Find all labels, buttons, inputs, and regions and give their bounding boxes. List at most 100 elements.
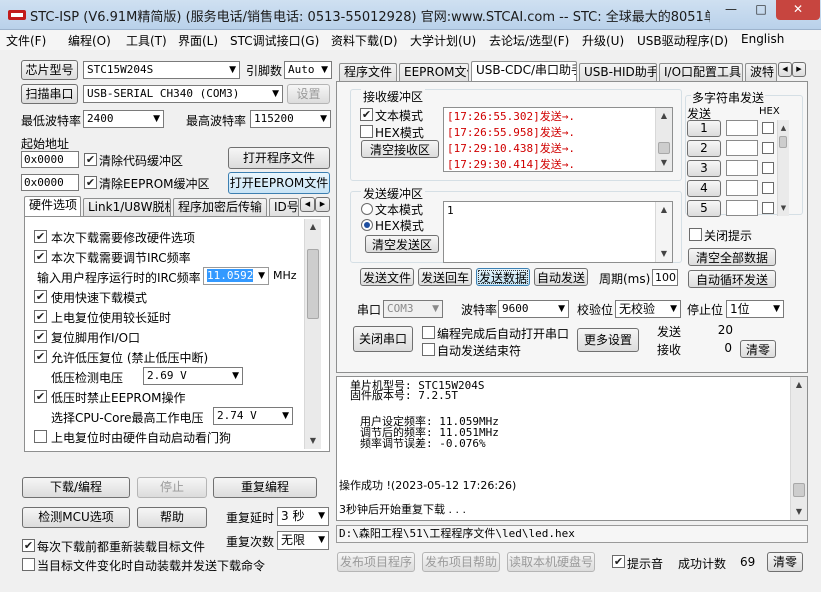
option-checkbox[interactable]: ✔: [34, 290, 47, 303]
menu-english[interactable]: English: [741, 32, 784, 46]
menu-upgrade[interactable]: 升级(U): [582, 32, 624, 49]
chip-model-button[interactable]: 芯片型号: [21, 60, 78, 80]
menu-university[interactable]: 大学计划(U): [410, 32, 476, 49]
multi-send-button[interactable]: 4: [687, 180, 721, 197]
multi-hex-checkbox[interactable]: [762, 122, 774, 134]
serial-port-select[interactable]: COM3 ▼: [383, 300, 443, 318]
send-text-mode-radio[interactable]: [361, 203, 373, 215]
scroll-up-icon[interactable]: ▲: [656, 202, 672, 218]
publish-help-button[interactable]: 发布项目帮助: [422, 552, 500, 572]
read-disk-id-button[interactable]: 读取本机硬盘号: [507, 552, 595, 572]
scroll-thumb[interactable]: [793, 483, 805, 497]
auto-send-button[interactable]: 自动发送: [534, 268, 588, 286]
menu-debug[interactable]: STC调试接口(G): [230, 32, 319, 49]
menu-program[interactable]: 编程(O): [68, 32, 111, 49]
open-eeprom-button[interactable]: 打开EEPROM文件: [228, 172, 330, 194]
eeprom-address-input[interactable]: 0x0000: [21, 174, 79, 191]
clear-code-checkbox[interactable]: ✔: [84, 153, 97, 166]
tab-io-config[interactable]: I/O口配置工具: [659, 63, 743, 82]
multi-hex-checkbox[interactable]: [762, 142, 774, 154]
scroll-down-icon[interactable]: ▼: [791, 504, 807, 520]
clear-all-data-button[interactable]: 清空全部数据: [688, 248, 776, 266]
send-file-button[interactable]: 发送文件: [360, 268, 414, 286]
scroll-thumb[interactable]: [779, 136, 787, 148]
detect-mcu-button[interactable]: 检测MCU选项: [22, 507, 130, 528]
more-settings-button[interactable]: 更多设置: [577, 328, 639, 352]
open-program-button[interactable]: 打开程序文件: [228, 147, 330, 169]
scan-port-button[interactable]: 扫描串口: [21, 84, 78, 104]
option-checkbox[interactable]: ✔: [34, 390, 47, 403]
repeat-program-button[interactable]: 重复编程: [213, 477, 317, 498]
tab-program-file[interactable]: 程序文件: [339, 63, 397, 82]
menu-usb-driver[interactable]: USB驱动程序(D): [637, 32, 728, 49]
stop-button[interactable]: 停止: [137, 477, 207, 498]
scroll-up-icon[interactable]: ▲: [656, 108, 672, 124]
menu-interface[interactable]: 界面(L): [178, 32, 218, 49]
tab-link1[interactable]: Link1/U8W脱机: [83, 198, 171, 217]
settings-button[interactable]: 设置: [287, 84, 330, 104]
multi-send-button[interactable]: 5: [687, 200, 721, 217]
tab-scroll-left-icon[interactable]: ◀: [778, 62, 792, 77]
multi-send-button[interactable]: 1: [687, 120, 721, 137]
option-checkbox[interactable]: [34, 430, 47, 443]
clear-counts-button[interactable]: 清零: [740, 340, 776, 358]
scroll-down-icon[interactable]: ▼: [656, 246, 672, 262]
multi-string-input[interactable]: [726, 180, 758, 196]
max-baud-select[interactable]: 115200 ▼: [250, 110, 331, 128]
lvd-voltage-select[interactable]: 2.69 V ▼: [143, 367, 243, 385]
scroll-thumb[interactable]: [307, 249, 319, 319]
multi-string-scrollbar[interactable]: ▲ ▼: [777, 120, 789, 216]
menu-forum[interactable]: 去论坛/选型(F): [489, 32, 569, 49]
close-button[interactable]: ✕: [776, 0, 820, 20]
maximize-button[interactable]: □: [746, 0, 776, 20]
scroll-thumb[interactable]: [658, 142, 670, 154]
auto-open-port-checkbox[interactable]: [422, 326, 435, 339]
help-button[interactable]: 帮助: [137, 507, 207, 528]
clear-eeprom-checkbox[interactable]: ✔: [84, 176, 97, 189]
multi-string-input[interactable]: [726, 120, 758, 136]
option-checkbox[interactable]: ✔: [34, 350, 47, 363]
publish-program-button[interactable]: 发布项目程序: [337, 552, 415, 572]
tip-sound-checkbox[interactable]: ✔: [612, 555, 625, 568]
scroll-up-icon[interactable]: ▲: [791, 377, 807, 393]
tab-hardware-options[interactable]: 硬件选项: [24, 196, 81, 217]
tab-eeprom-file[interactable]: EEPROM文件: [399, 63, 469, 82]
irc-frequency-select[interactable]: 11.0592 ▼: [203, 267, 269, 285]
multi-hex-checkbox[interactable]: [762, 162, 774, 174]
scroll-up-icon[interactable]: ▲: [778, 120, 789, 136]
port-select[interactable]: USB-SERIAL CH340 (COM3) ▼: [83, 85, 283, 103]
send-hex-mode-radio[interactable]: [361, 219, 373, 231]
tab-scroll-left-icon[interactable]: ◀: [300, 197, 315, 212]
scroll-down-icon[interactable]: ▼: [778, 200, 789, 216]
scroll-down-icon[interactable]: ▼: [305, 433, 321, 449]
clear-receive-button[interactable]: 清空接收区: [361, 140, 439, 158]
repeat-count-select[interactable]: 无限 ▼: [277, 531, 329, 550]
send-data-button[interactable]: 发送数据: [476, 268, 530, 286]
option-checkbox[interactable]: ✔: [34, 250, 47, 263]
period-input[interactable]: 100: [652, 269, 678, 286]
multi-send-button[interactable]: 2: [687, 140, 721, 157]
download-program-button[interactable]: 下载/编程: [22, 477, 130, 498]
core-voltage-select[interactable]: 2.74 V ▼: [213, 407, 293, 425]
scroll-up-icon[interactable]: ▲: [305, 219, 321, 235]
tab-id[interactable]: ID号: [269, 198, 299, 217]
auto-send-download-checkbox[interactable]: [22, 558, 35, 571]
tab-encrypted-transfer[interactable]: 程序加密后传输: [173, 198, 267, 217]
chip-model-select[interactable]: STC15W204S ▼: [83, 61, 240, 79]
clear-send-button[interactable]: 清空发送区: [365, 235, 439, 253]
minimize-button[interactable]: —: [716, 0, 746, 20]
code-address-input[interactable]: 0x0000: [21, 151, 79, 168]
repeat-delay-select[interactable]: 3 秒 ▼: [277, 507, 329, 526]
multi-send-button[interactable]: 3: [687, 160, 721, 177]
close-port-button[interactable]: 关闭串口: [353, 326, 413, 352]
log-scrollbar[interactable]: ▲ ▼: [790, 377, 807, 520]
send-textarea[interactable]: 1 ▲ ▼: [443, 201, 673, 263]
file-path-field[interactable]: D:\森阳工程\51\工程程序文件\led\led.hex: [336, 525, 808, 543]
receive-text-mode-checkbox[interactable]: ✔: [360, 108, 373, 121]
multi-hex-checkbox[interactable]: [762, 202, 774, 214]
baud-rate-select[interactable]: 9600 ▼: [498, 300, 569, 318]
stop-bits-select[interactable]: 1位 ▼: [726, 300, 784, 318]
auto-cycle-send-button[interactable]: 自动循环发送: [688, 270, 776, 288]
receive-scrollbar[interactable]: ▲ ▼: [655, 108, 672, 171]
min-baud-select[interactable]: 2400 ▼: [83, 110, 164, 128]
